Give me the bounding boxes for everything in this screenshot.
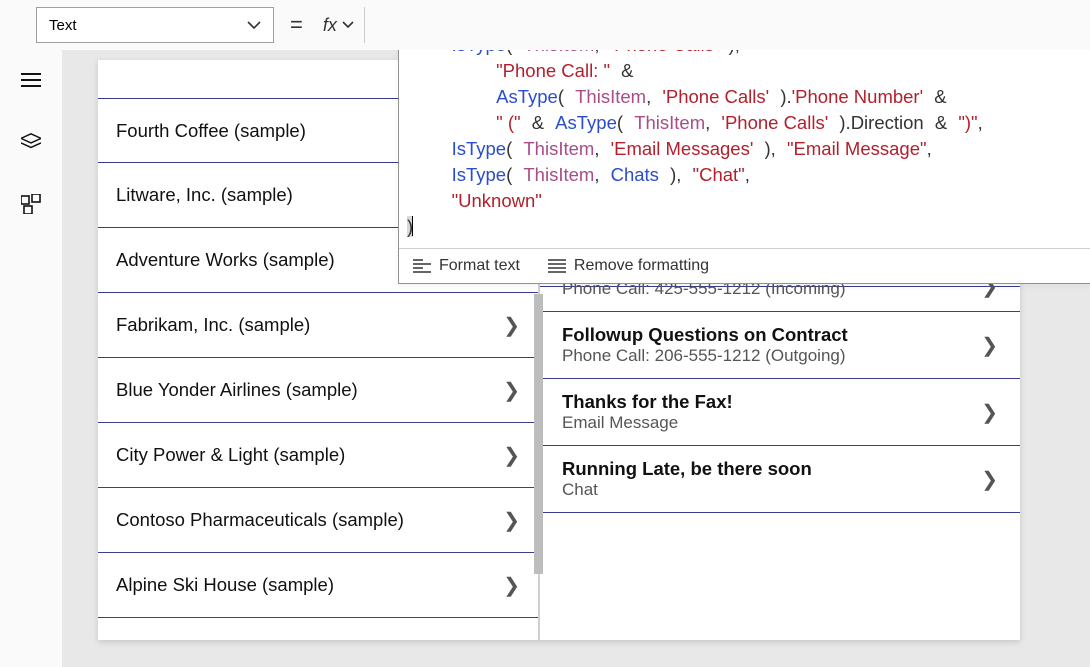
fx-button[interactable]: fx [319,7,365,43]
chevron-right-icon: ❯ [981,400,998,425]
fx-label: fx [323,15,337,36]
list-item[interactable]: Contoso Pharmaceuticals (sample) ❯ [98,488,538,553]
equals-label: = [284,12,309,38]
chevron-right-icon: ❯ [503,378,520,403]
activity-title: Followup Questions on Contract [562,324,848,346]
activity-subtitle: Chat [562,480,812,500]
list-item-label: Litware, Inc. (sample) [116,184,293,206]
hamburger-icon[interactable] [21,70,41,90]
chevron-right-icon: ❯ [503,443,520,468]
remove-formatting-button[interactable]: Remove formatting [548,257,709,275]
left-nav-rail [0,0,62,667]
list-item-label: Alpine Ski House (sample) [116,574,334,596]
property-selector[interactable]: Text [36,7,274,43]
list-item-label: Fabrikam, Inc. (sample) [116,314,310,336]
chevron-right-icon: ❯ [981,333,998,358]
list-item[interactable]: Alpine Ski House (sample) ❯ [98,553,538,618]
formula-topbar: Text = fx [0,0,1090,50]
list-item-label: Fourth Coffee (sample) [116,120,306,142]
remove-formatting-icon [548,259,566,273]
chevron-right-icon: ❯ [503,573,520,598]
format-text-button[interactable]: Format text [413,257,520,275]
activity-row[interactable]: Followup Questions on Contract Phone Cal… [540,312,1020,379]
list-item-label: City Power & Light (sample) [116,444,345,466]
format-text-icon [413,259,431,273]
chevron-down-icon [342,21,354,29]
activity-title: Running Late, be there soon [562,458,812,480]
list-item[interactable]: Blue Yonder Airlines (sample) ❯ [98,358,538,423]
chevron-right-icon: ❯ [503,508,520,533]
list-item-label: Adventure Works (sample) [116,249,335,271]
property-selector-label: Text [49,17,77,34]
list-item-label: Contoso Pharmaceuticals (sample) [116,509,404,531]
activity-row[interactable]: Phone Call: 425-555-1212 (Incoming) ❯ [540,286,1020,312]
list-item[interactable]: City Power & Light (sample) ❯ [98,423,538,488]
format-text-label: Format text [439,257,520,275]
activity-row[interactable]: Running Late, be there soon Chat ❯ [540,446,1020,513]
layers-icon[interactable] [21,132,41,152]
chevron-right-icon: ❯ [503,313,520,338]
activity-title: Thanks for the Fax! [562,391,733,413]
chevron-down-icon [247,17,261,34]
components-icon[interactable] [21,194,41,214]
chevron-right-icon: ❯ [981,467,998,492]
list-item[interactable]: Fabrikam, Inc. (sample) ❯ [98,293,538,358]
scrollbar[interactable] [534,294,543,574]
formula-toolbar: Format text Remove formatting [399,248,1090,283]
list-item-label: Blue Yonder Airlines (sample) [116,379,358,401]
activity-subtitle: Email Message [562,413,733,433]
activity-subtitle: Phone Call: 206-555-1212 (Outgoing) [562,346,848,366]
activity-row[interactable]: Thanks for the Fax! Email Message ❯ [540,379,1020,446]
remove-formatting-label: Remove formatting [574,257,709,275]
